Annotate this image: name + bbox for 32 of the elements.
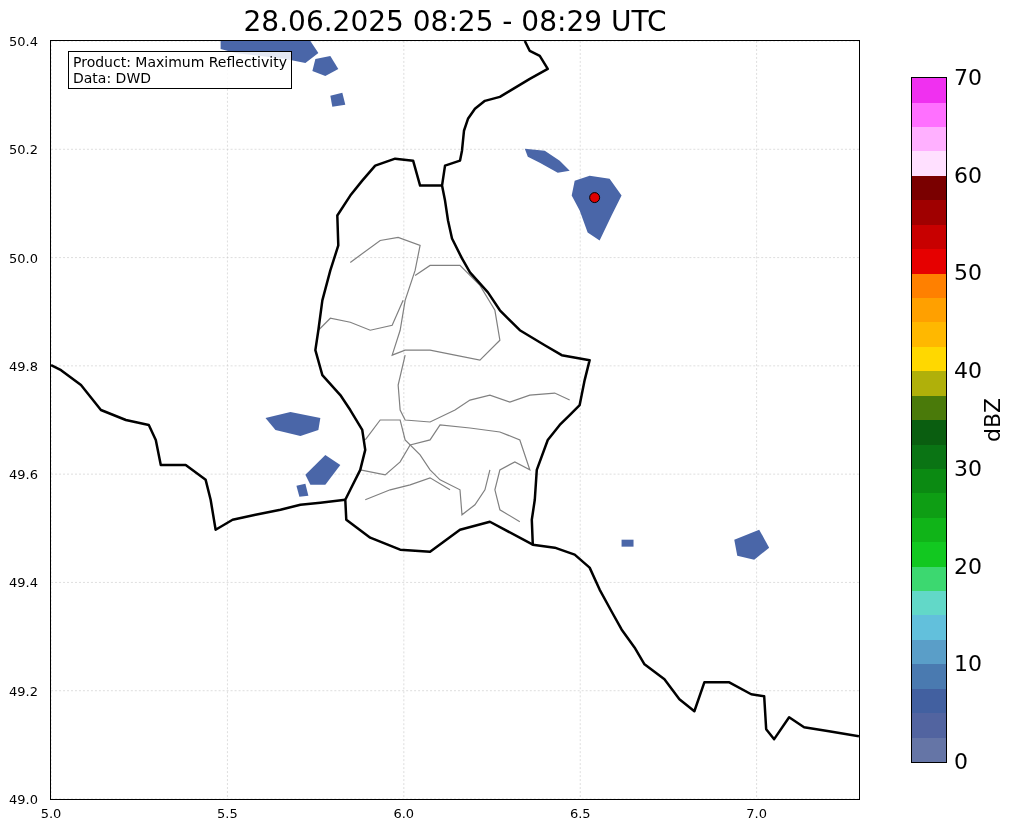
colorbar-tick-label: 0	[954, 750, 968, 774]
y-axis-tick-label: 50.0	[9, 250, 38, 266]
colorbar-tick-label: 50	[954, 261, 982, 286]
radar-echo	[734, 529, 770, 560]
radar-station-marker	[589, 192, 601, 204]
y-axis-tick-label: 50.2	[9, 141, 38, 157]
y-axis-tick-label: 49.0	[9, 791, 38, 807]
radar-echo	[621, 539, 634, 547]
colorbar-tick-label: 20	[954, 554, 982, 579]
x-axis-tick-label: 5.5	[217, 806, 238, 821]
y-axis-tick-label: 49.2	[9, 683, 38, 699]
colorbar-tick-label: 40	[954, 359, 982, 384]
colorbar-tick-label: 10	[954, 652, 982, 677]
y-axis-tick-label: 50.4	[9, 33, 38, 49]
legend-text: Product: Maximum Reflectivity	[73, 54, 287, 70]
y-axis-tick-label: 49.8	[9, 358, 38, 374]
radar-echo	[571, 175, 622, 241]
y-axis-tick-label: 49.4	[9, 574, 38, 590]
radar-echo	[265, 412, 321, 436]
radar-echo	[524, 148, 570, 173]
legend-text: Data: DWD	[73, 70, 152, 86]
x-axis-tick-label: 5.0	[40, 806, 62, 821]
colorbar-tick-label: 70	[954, 66, 982, 90]
colorbar-label: dBZ	[979, 397, 1005, 443]
radar-echo	[330, 92, 346, 107]
x-axis-tick-label: 7.0	[746, 806, 767, 821]
chart-title: 28.06.2025 08:25 - 08:29 UTC	[242, 4, 668, 40]
colorbar-tick-label: 30	[954, 456, 982, 481]
x-axis-tick-label: 6.0	[393, 806, 415, 821]
colorbar-tick-label: 60	[954, 163, 982, 188]
x-axis-tick-label: 6.5	[569, 806, 591, 821]
y-axis-tick-label: 49.6	[9, 466, 38, 482]
